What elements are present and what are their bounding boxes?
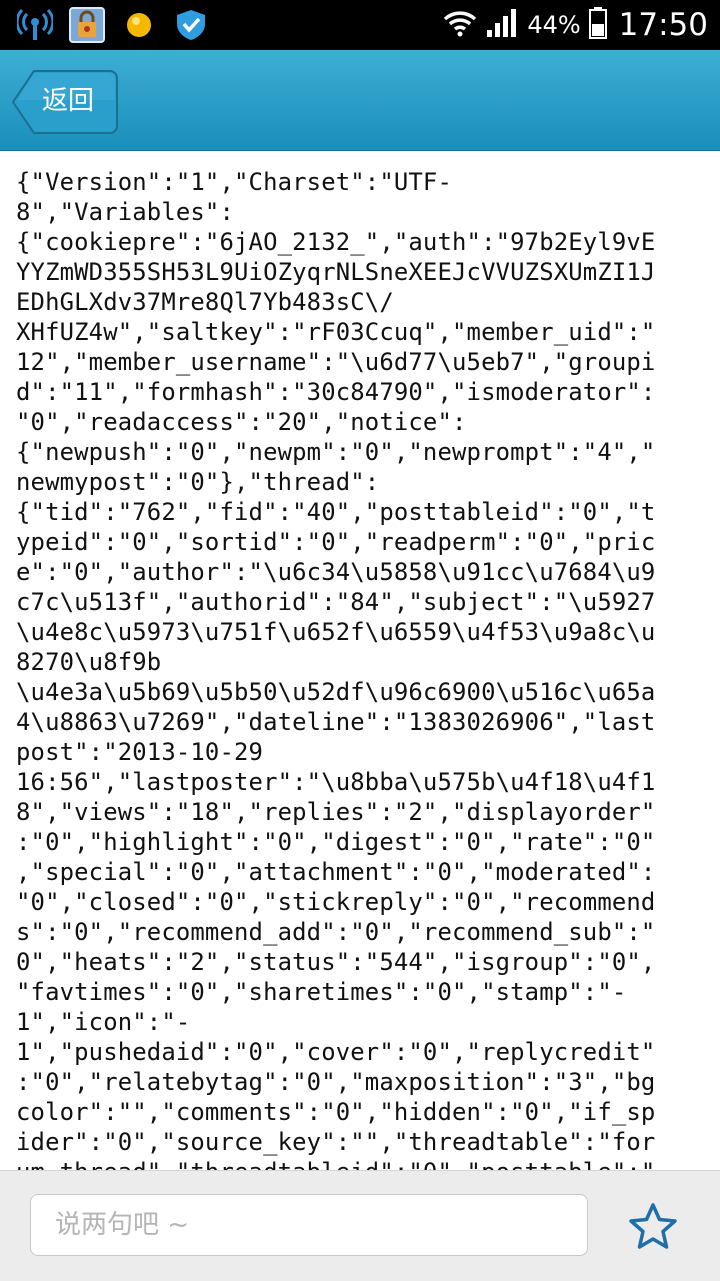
back-button-label: 返回 [42,86,95,116]
lock-app-icon [68,6,106,44]
orange-dot-icon [120,6,158,44]
status-notification-icons [16,6,210,44]
signal-broadcast-icon [16,6,54,44]
favorite-button[interactable] [626,1201,682,1253]
back-button[interactable]: 返回 [12,70,118,134]
response-content[interactable]: {"Version":"1","Charset":"UTF- 8","Varia… [0,151,720,1170]
battery-percent: 44% [527,11,581,39]
status-clock: 17:50 [618,7,708,43]
title-bar: 返回 [0,50,720,151]
star-icon [629,1203,677,1249]
json-response-text: {"Version":"1","Charset":"UTF- 8","Varia… [16,168,656,1170]
comment-bar: 说两句吧 ~ [0,1170,720,1281]
status-system-icons: 44% 17:50 [443,0,708,50]
comment-input[interactable]: 说两句吧 ~ [30,1194,588,1256]
status-bar: 44% 17:50 [0,0,720,50]
wifi-icon [443,9,477,41]
shield-icon [172,6,210,44]
cell-signal-icon [485,8,519,42]
battery-icon [588,7,607,43]
